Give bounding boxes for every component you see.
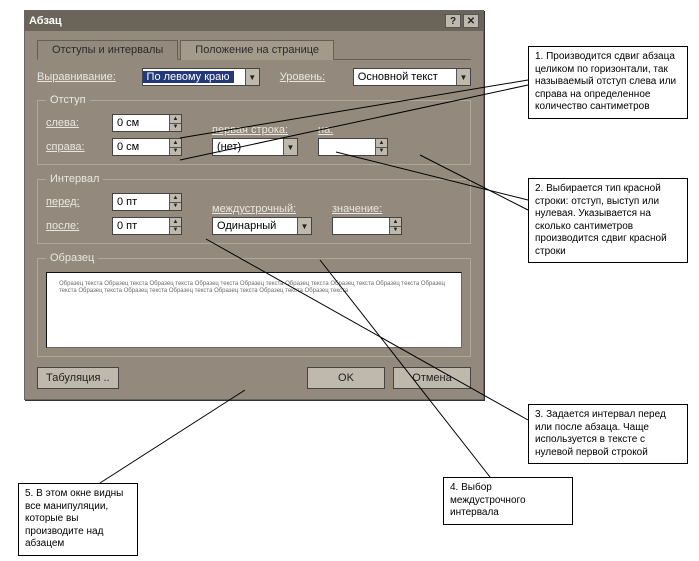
chevron-down-icon[interactable]: ▼ <box>283 139 297 155</box>
spacing-group: Интервал перед: 0 пт ▲▼ после: 0 пт <box>37 173 471 244</box>
dialog-title: Абзац <box>29 15 62 27</box>
chevron-down-icon[interactable]: ▼ <box>456 69 470 85</box>
indent-legend: Отступ <box>46 94 90 106</box>
spin-up-icon[interactable]: ▲ <box>170 115 181 124</box>
spin-down-icon[interactable]: ▼ <box>170 227 181 235</box>
spin-down-icon[interactable]: ▼ <box>170 203 181 211</box>
spin-up-icon[interactable]: ▲ <box>170 194 181 203</box>
firstline-by-label: на: <box>318 124 388 136</box>
spacing-legend: Интервал <box>46 173 103 185</box>
preview-text: Образец текста Образец текста Образец те… <box>59 281 449 295</box>
indent-right-label: справа: <box>46 141 106 153</box>
spacing-after-spinner[interactable]: 0 пт ▲▼ <box>112 217 182 235</box>
spin-up-icon[interactable]: ▲ <box>376 139 387 148</box>
level-select[interactable]: Основной текст ▼ <box>353 68 471 86</box>
linespacing-select[interactable]: Одинарный ▼ <box>212 217 312 235</box>
firstline-by-spinner[interactable]: ▲▼ <box>318 138 388 156</box>
indent-left-label: слева: <box>46 117 106 129</box>
callout-1: 1. Производится сдвиг абзаца целиком по … <box>528 46 688 119</box>
tabstops-button[interactable]: Табуляция .. <box>37 367 119 389</box>
linespacing-label: междустрочный: <box>212 203 312 215</box>
tab-position[interactable]: Положение на странице <box>180 40 334 60</box>
chevron-down-icon[interactable]: ▼ <box>245 69 259 85</box>
alignment-label: Выравнивание: <box>37 71 132 83</box>
spin-down-icon[interactable]: ▼ <box>376 148 387 156</box>
paragraph-dialog: Абзац ? ✕ Отступы и интервалы Положение … <box>24 10 484 400</box>
alignment-select[interactable]: По левому краю ▼ <box>142 68 260 86</box>
preview-legend: Образец <box>46 252 98 264</box>
linespacing-at-spinner[interactable]: ▲▼ <box>332 217 402 235</box>
linespacing-at-label: значение: <box>332 203 402 215</box>
preview-group: Образец Образец текста Образец текста Об… <box>37 252 471 357</box>
spin-up-icon[interactable]: ▲ <box>390 218 401 227</box>
spacing-after-label: после: <box>46 220 106 232</box>
tab-strip: Отступы и интервалы Положение на страниц… <box>37 39 471 60</box>
indent-group: Отступ слева: 0 см ▲▼ справа: 0 см <box>37 94 471 165</box>
spin-up-icon[interactable]: ▲ <box>170 218 181 227</box>
callout-3: 3. Задается интервал перед или после абз… <box>528 404 688 464</box>
titlebar: Абзац ? ✕ <box>25 11 483 31</box>
chevron-down-icon[interactable]: ▼ <box>297 218 311 234</box>
callout-4: 4. Выбор междустрочного интервала <box>443 477 573 525</box>
firstline-label: первая строка: <box>212 124 298 136</box>
preview-pane: Образец текста Образец текста Образец те… <box>46 272 462 348</box>
ok-button[interactable]: OK <box>307 367 385 389</box>
indent-left-spinner[interactable]: 0 см ▲▼ <box>112 114 182 132</box>
level-label: Уровень: <box>280 71 343 83</box>
callout-5: 5. В этом окне видны все манипуляции, ко… <box>18 483 138 556</box>
spin-up-icon[interactable]: ▲ <box>170 139 181 148</box>
help-button[interactable]: ? <box>445 14 461 28</box>
firstline-select[interactable]: (нет) ▼ <box>212 138 298 156</box>
tab-indents-spacing[interactable]: Отступы и интервалы <box>37 40 178 60</box>
spin-down-icon[interactable]: ▼ <box>170 148 181 156</box>
spin-down-icon[interactable]: ▼ <box>390 227 401 235</box>
close-button[interactable]: ✕ <box>463 14 479 28</box>
spacing-before-spinner[interactable]: 0 пт ▲▼ <box>112 193 182 211</box>
callout-2: 2. Выбирается тип красной строки: отступ… <box>528 178 688 263</box>
spacing-before-label: перед: <box>46 196 106 208</box>
indent-right-spinner[interactable]: 0 см ▲▼ <box>112 138 182 156</box>
cancel-button[interactable]: Отмена <box>393 367 471 389</box>
spin-down-icon[interactable]: ▼ <box>170 124 181 132</box>
